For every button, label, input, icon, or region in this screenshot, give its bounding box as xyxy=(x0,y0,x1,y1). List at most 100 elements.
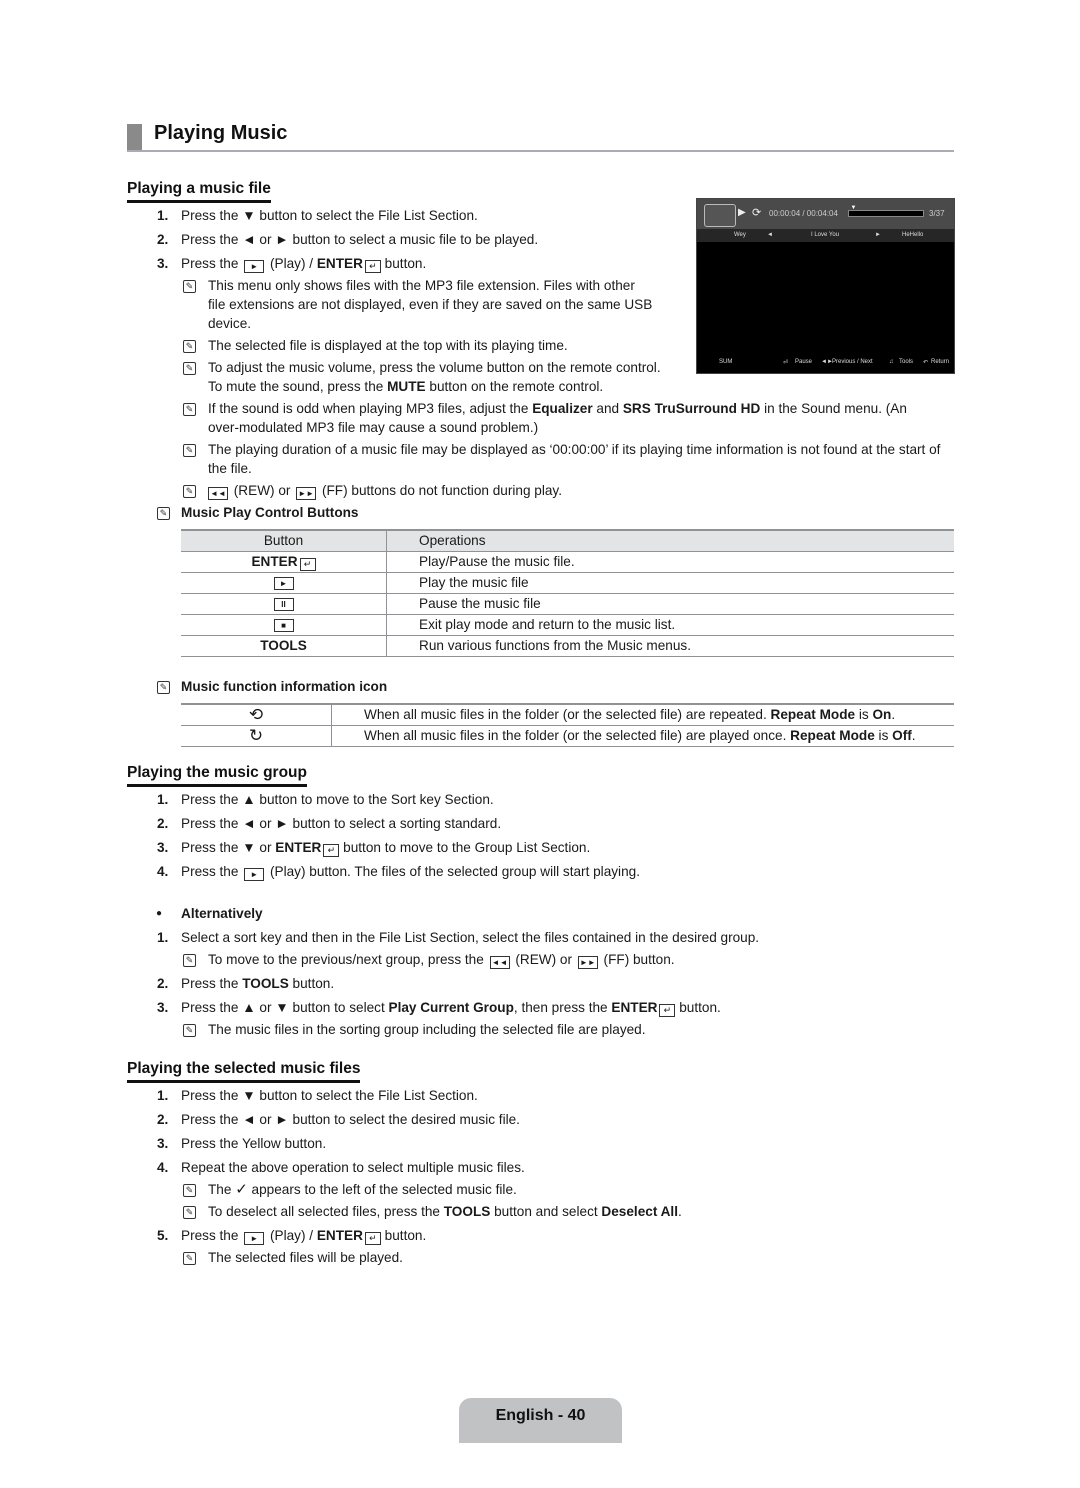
return-icon: ↶ xyxy=(923,360,929,366)
operation-cell: Run various functions from the Music men… xyxy=(386,635,954,657)
note-icon xyxy=(183,362,196,375)
table-row: TOOLS Run various functions from the Mus… xyxy=(181,635,954,657)
step-number: 1. xyxy=(157,930,169,945)
note-icon xyxy=(183,1024,196,1037)
page-number-tab: English - 40 xyxy=(459,1398,622,1443)
next-track: HeHello xyxy=(902,232,924,238)
step-number: 5. xyxy=(157,1228,169,1243)
manual-page: Playing Music Playing a music file 1. Pr… xyxy=(0,0,1080,1488)
play-button-icon: ► xyxy=(244,1232,265,1245)
player-info-bar: ▶ ⟳ 00:00:04 / 00:04:04 ▼ 3/37 xyxy=(697,199,954,229)
step-text: Press the ◄ or ► button to select a musi… xyxy=(181,232,539,247)
music-function-icon-table: ⟲ When all music files in the folder (or… xyxy=(181,703,954,747)
control-buttons-table: Button Operations ENTER ↵ Play/Pause the … xyxy=(181,529,954,657)
step-text: Repeat the above operation to select mul… xyxy=(181,1160,525,1175)
step-text: Press the ◄ or ► button to select the de… xyxy=(181,1112,520,1127)
operation-cell: Play the music file xyxy=(386,572,954,594)
play-button-icon: ► xyxy=(244,868,265,881)
operation-cell: Exit play mode and return to the music l… xyxy=(386,614,954,636)
checkmark-icon: ✓ xyxy=(235,1181,248,1198)
step-text: Press the ▲ or ▼ button to select Play C… xyxy=(181,1000,721,1017)
button-cell: ENTER ↵ xyxy=(181,551,387,573)
ff-button-icon: ►► xyxy=(577,956,598,969)
rew-button-icon: ◄◄ xyxy=(208,487,228,500)
step-number: 3. xyxy=(157,1136,169,1151)
section-heading-selected-files: Playing the selected music files xyxy=(127,1060,361,1083)
enter-icon: ↵ xyxy=(299,558,316,571)
tools-hint: Tools xyxy=(899,359,914,365)
note-text: To move to the previous/next group, pres… xyxy=(208,952,675,969)
table-row: II Pause the music file xyxy=(181,593,954,615)
step-text: Press the ▼ button to select the File Li… xyxy=(181,208,478,223)
prev-track: Wey xyxy=(734,232,746,238)
title-marker-bar xyxy=(127,124,142,150)
button-cell: TOOLS xyxy=(181,635,387,657)
alternatively-label: Alternatively xyxy=(181,906,263,921)
table-title: Music function information icon xyxy=(181,679,388,694)
track-count: 3/37 xyxy=(929,209,945,218)
note-icon xyxy=(183,280,196,293)
section-heading-music-file: Playing a music file xyxy=(127,180,271,203)
table-row: ■ Exit play mode and return to the music… xyxy=(181,614,954,636)
note-icon xyxy=(157,681,170,694)
pause-button-icon: II xyxy=(273,597,294,611)
step-number: 1. xyxy=(157,792,169,807)
table-row: ► Play the music file xyxy=(181,572,954,594)
note-text: To adjust the music volume, press the vo… xyxy=(208,360,661,375)
step-text: Press the TOOLS button. xyxy=(181,976,335,991)
ff-button-icon: ►► xyxy=(296,487,317,500)
step-text: Press the ► (Play) / ENTER ↵ button. xyxy=(181,1228,427,1245)
table-row: ENTER ↵ Play/Pause the music file. xyxy=(181,551,954,573)
step-text: Press the ▼ or ENTER ↵ button to move to … xyxy=(181,840,591,857)
table-title: Music Play Control Buttons xyxy=(181,505,359,520)
operation-cell: Pause the music file xyxy=(386,593,954,615)
step-text: Select a sort key and then in the File L… xyxy=(181,930,760,945)
track-list-strip: Wey ◄ I Love You ► HeHello xyxy=(697,229,954,242)
play-icon: ▶ xyxy=(738,207,746,218)
repeat-icon: ⟳ xyxy=(752,207,762,219)
step-number: 2. xyxy=(157,976,169,991)
step-text: Press the ► (Play) / ENTER ↵ button. xyxy=(181,256,427,273)
note-text: the file. xyxy=(208,461,252,476)
note-text: device. xyxy=(208,316,252,331)
step-text: Press the ▲ button to move to the Sort k… xyxy=(181,792,494,807)
note-icon xyxy=(183,340,196,353)
player-help-bar: SUM ⏎ Pause ◄► Previous / Next ♫ Tools ↶… xyxy=(697,357,954,369)
step-number: 3. xyxy=(157,1000,169,1015)
tools-icon: ♫ xyxy=(889,359,894,365)
note-text: If the sound is odd when playing MP3 fil… xyxy=(208,401,907,416)
music-player-screenshot: ▶ ⟳ 00:00:04 / 00:04:04 ▼ 3/37 Wey ◄ I L… xyxy=(696,198,955,374)
progress-marker: ▼ xyxy=(850,205,857,211)
note-text: The playing duration of a music file may… xyxy=(208,442,941,457)
step-number: 2. xyxy=(157,232,169,247)
enter-icon: ⏎ xyxy=(783,360,789,366)
note-icon xyxy=(183,444,196,457)
section-heading-music-group: Playing the music group xyxy=(127,764,307,787)
step-text: Press the ◄ or ► button to select a sort… xyxy=(181,816,502,831)
repeat-on-icon: ⟲ xyxy=(181,703,332,726)
step-number: 2. xyxy=(157,816,169,831)
play-button-icon: ► xyxy=(244,260,265,273)
left-arrow-icon: ◄ xyxy=(767,232,773,238)
bullet: ● xyxy=(156,908,163,919)
repeat-off-icon: ↻ xyxy=(181,725,332,747)
step-number: 3. xyxy=(157,256,169,271)
pause-hint: Pause xyxy=(795,359,813,365)
note-text: To deselect all selected files, press th… xyxy=(208,1204,682,1219)
enter-icon: ↵ xyxy=(659,1004,676,1017)
note-icon xyxy=(183,954,196,967)
return-hint: Return xyxy=(931,359,950,365)
table-row: ↻ When all music files in the folder (or… xyxy=(181,725,954,747)
column-header: Button xyxy=(181,529,387,552)
note-text: The selected file is displayed at the to… xyxy=(208,338,568,353)
note-text: file extensions are not displayed, even … xyxy=(208,297,653,312)
note-icon xyxy=(183,1252,196,1265)
right-arrow-icon: ► xyxy=(875,232,881,238)
note-text: The ✓ appears to the left of the selecte… xyxy=(208,1181,517,1198)
step-number: 4. xyxy=(157,1160,169,1175)
note-icon xyxy=(157,507,170,520)
prev-next-hint: Previous / Next xyxy=(832,359,873,365)
note-icon xyxy=(183,403,196,416)
rew-button-icon: ◄◄ xyxy=(489,956,510,969)
progress-bar: ▼ xyxy=(848,205,924,217)
